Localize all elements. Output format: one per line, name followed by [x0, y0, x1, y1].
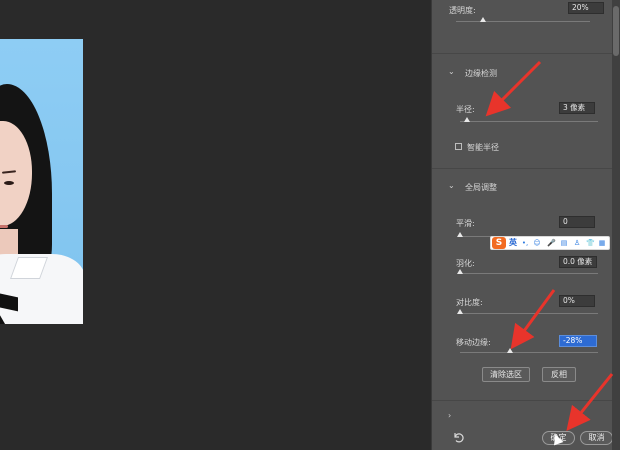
contrast-field[interactable]: 0%	[559, 295, 595, 307]
shift-edge-slider-track[interactable]	[460, 352, 598, 353]
contrast-label: 对比度:	[456, 298, 483, 307]
feather-slider-track[interactable]	[460, 273, 598, 274]
opacity-field[interactable]: 20%	[568, 2, 604, 14]
smart-radius-checkbox[interactable]	[455, 143, 462, 150]
id-photo	[0, 39, 83, 324]
keyboard-icon[interactable]: ▤	[560, 239, 568, 247]
smooth-label: 平滑:	[456, 219, 475, 228]
skin-icon[interactable]: 👕	[586, 239, 595, 247]
opacity-slider-track[interactable]	[456, 21, 590, 22]
contrast-slider-track[interactable]	[460, 313, 598, 314]
contrast-slider-thumb[interactable]	[457, 309, 463, 314]
cancel-button[interactable]: 取消	[580, 431, 613, 445]
sogou-ime-toolbar[interactable]: S 英 •, ☺ 🎤 ▤ ♙ 👕 ▦	[490, 236, 610, 250]
user-icon[interactable]: ♙	[573, 239, 581, 247]
smooth-field[interactable]: 0	[559, 216, 595, 228]
chevron-right-icon[interactable]: ›	[448, 411, 451, 420]
opacity-label: 透明度:	[449, 6, 476, 15]
shift-edge-field[interactable]: -28%	[559, 335, 597, 347]
feather-slider-thumb[interactable]	[457, 269, 463, 274]
canvas-area[interactable]	[0, 0, 430, 450]
panel-scrollbar[interactable]	[612, 0, 620, 450]
invert-button[interactable]: 反相	[542, 367, 576, 382]
radius-label: 半径:	[456, 105, 475, 114]
smart-radius-label[interactable]: 智能半径	[467, 142, 499, 153]
shift-edge-label: 移动边缘:	[456, 338, 491, 347]
shift-edge-slider-thumb[interactable]	[506, 348, 513, 353]
radius-slider-track[interactable]	[460, 121, 598, 122]
ime-language-toggle[interactable]: 英	[509, 237, 517, 249]
scrollbar-thumb[interactable]	[613, 6, 619, 56]
edge-detection-title[interactable]: 边缘检测	[465, 68, 497, 79]
feather-field[interactable]: 0.0 像素	[559, 256, 597, 268]
toolbox-icon[interactable]: ▦	[598, 239, 606, 247]
chevron-down-icon[interactable]: ⌄	[448, 67, 455, 76]
radius-slider-thumb[interactable]	[463, 117, 470, 122]
microphone-icon[interactable]: 🎤	[547, 239, 556, 247]
punctuation-icon[interactable]: •,	[521, 239, 529, 247]
feather-label: 羽化:	[456, 259, 475, 268]
clear-selection-button[interactable]: 清除选区	[482, 367, 530, 382]
reset-icon[interactable]	[452, 431, 464, 443]
smooth-slider-thumb[interactable]	[457, 232, 463, 237]
sogou-ime-icon[interactable]: S	[492, 237, 506, 249]
emoji-icon[interactable]: ☺	[533, 239, 541, 247]
radius-field[interactable]: 3 像素	[559, 102, 595, 114]
opacity-slider-thumb[interactable]	[479, 17, 486, 22]
properties-panel: 透明度: 20% ⌄ 边缘检测 半径: 3 像素 智能半径 ⌄ 全局调整 平滑:…	[431, 0, 620, 450]
chevron-down-icon[interactable]: ⌄	[448, 181, 455, 190]
global-refinements-title[interactable]: 全局调整	[465, 182, 497, 193]
